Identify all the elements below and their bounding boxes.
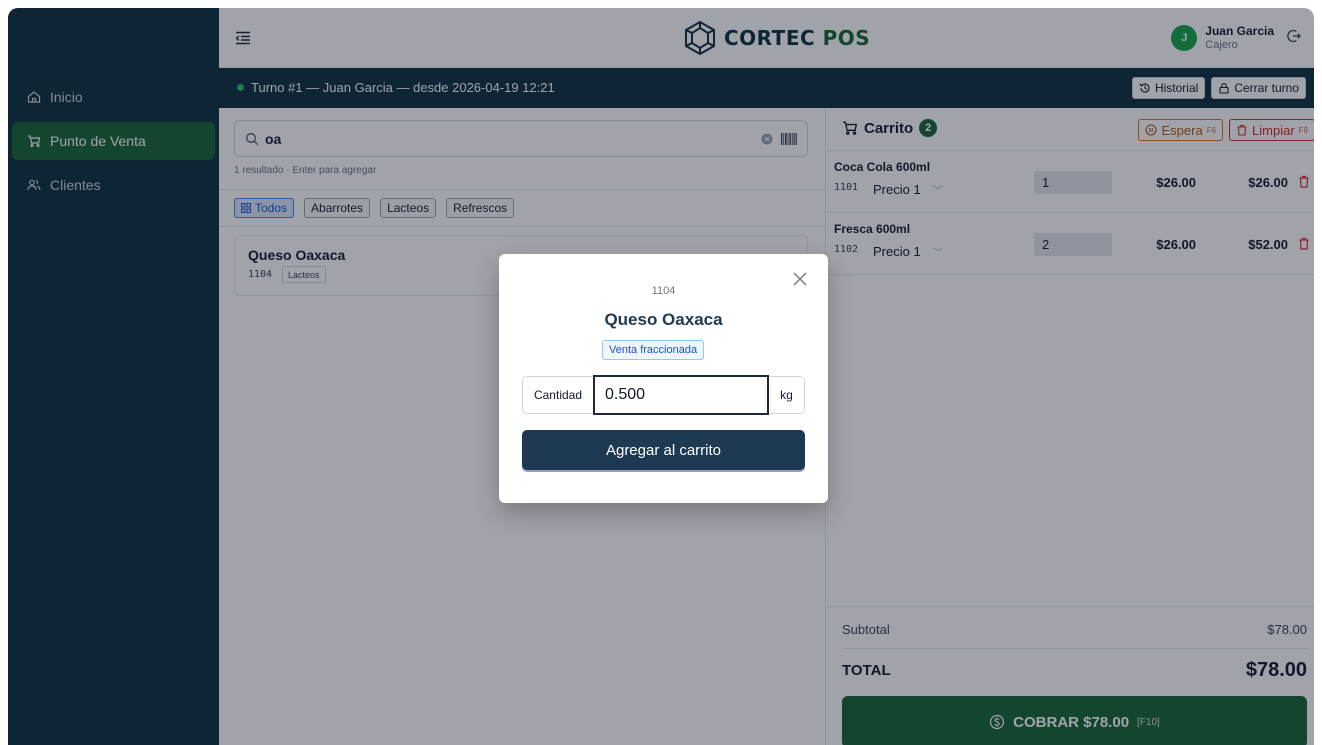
quantity-field-group: Cantidad kg bbox=[522, 375, 805, 415]
quantity-input[interactable] bbox=[593, 375, 769, 415]
modal-product-code: 1104 bbox=[651, 285, 676, 297]
unit-label: kg bbox=[769, 376, 805, 414]
quantity-label: Cantidad bbox=[522, 376, 593, 414]
quantity-modal: 1104 Queso Oaxaca Venta fraccionada Cant… bbox=[499, 254, 828, 503]
fractional-sale-badge: Venta fraccionada bbox=[602, 340, 705, 360]
app-window: Inicio Punto de Venta Clientes CORTEC PO… bbox=[8, 8, 1314, 745]
add-to-cart-button[interactable]: Agregar al carrito bbox=[522, 430, 805, 470]
modal-product-name: Queso Oaxaca bbox=[604, 310, 723, 329]
